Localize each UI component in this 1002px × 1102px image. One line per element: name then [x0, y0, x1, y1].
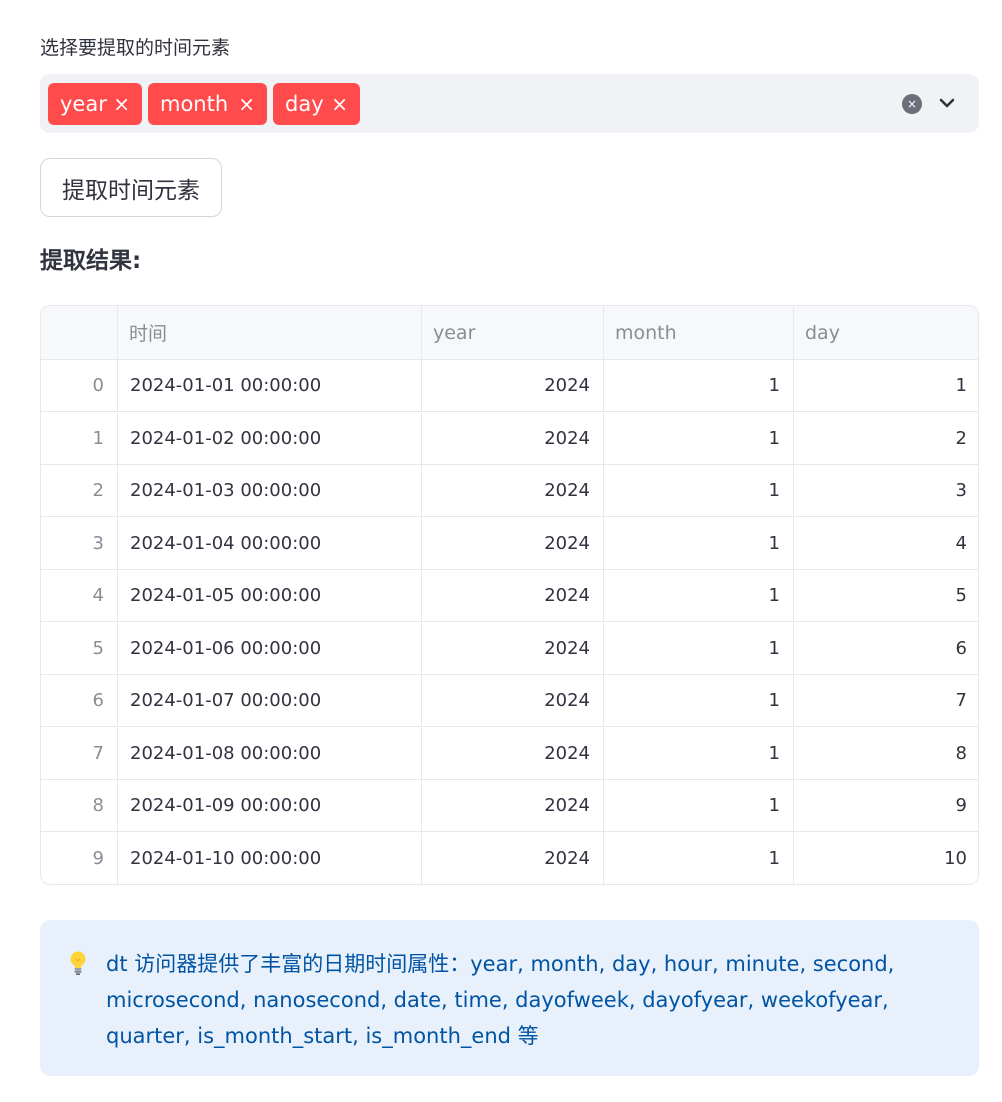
info-text: dt 访问器提供了丰富的日期时间属性：year, month, day, hou… — [106, 952, 895, 1048]
year-cell: 2024 — [422, 727, 604, 779]
info-callout: dt 访问器提供了丰富的日期时间属性：year, month, day, hou… — [40, 920, 979, 1076]
column-header-day[interactable]: day — [794, 306, 978, 359]
clear-all-icon[interactable]: × — [902, 94, 922, 114]
row-index-cell: 0 — [41, 360, 118, 411]
row-index-cell: 3 — [41, 517, 118, 569]
time-cell: 2024-01-07 00:00:00 — [118, 675, 422, 726]
time-element-multiselect[interactable]: year × month × day × × — [40, 74, 979, 133]
row-index-cell: 1 — [41, 412, 118, 464]
year-cell: 2024 — [422, 570, 604, 621]
time-cell: 2024-01-09 00:00:00 — [118, 780, 422, 831]
chip-label: year — [60, 92, 107, 116]
result-table[interactable]: 时间 year month day 0 2024-01-01 00:00:00 20… — [40, 305, 979, 885]
month-cell: 1 — [604, 412, 794, 464]
row-index-cell: 5 — [41, 622, 118, 674]
day-cell: 10 — [944, 848, 967, 869]
lightbulb-icon — [70, 951, 86, 975]
extract-time-button[interactable]: 提取时间元素 — [40, 158, 222, 217]
day-cell: 6 — [955, 637, 967, 659]
remove-year-icon[interactable]: × — [113, 83, 130, 125]
table-row[interactable]: 8 2024-01-09 00:00:00 2024 1 9 — [41, 780, 978, 832]
time-cell: 2024-01-05 00:00:00 — [118, 570, 422, 621]
column-header-index[interactable] — [41, 306, 118, 359]
month-cell: 1 — [604, 517, 794, 569]
table-row[interactable]: 4 2024-01-05 00:00:00 2024 1 5 — [41, 570, 978, 622]
year-cell: 2024 — [422, 832, 604, 884]
month-cell: 1 — [604, 780, 794, 831]
row-index-cell: 6 — [41, 675, 118, 726]
month-cell: 1 — [604, 675, 794, 726]
table-row[interactable]: 6 2024-01-07 00:00:00 2024 1 7 — [41, 675, 978, 727]
time-cell: 2024-01-04 00:00:00 — [118, 517, 422, 569]
chip-month: month × — [148, 83, 267, 125]
time-cell: 2024-01-02 00:00:00 — [118, 412, 422, 464]
day-cell: 3 — [955, 480, 967, 501]
column-header-month[interactable]: month — [604, 306, 794, 359]
table-row[interactable]: 3 2024-01-04 00:00:00 2024 1 4 — [41, 517, 978, 570]
column-header-year[interactable]: year — [422, 306, 604, 359]
chevron-down-icon[interactable] — [936, 92, 958, 114]
multiselect-label: 选择要提取的时间元素 — [40, 37, 231, 59]
chip-day: day × — [273, 83, 360, 125]
month-cell: 1 — [604, 832, 794, 884]
time-cell: 2024-01-06 00:00:00 — [118, 622, 422, 674]
year-cell: 2024 — [422, 465, 604, 516]
column-header-time[interactable]: 时间 — [118, 306, 422, 359]
remove-day-icon[interactable]: × — [331, 83, 348, 125]
year-cell: 2024 — [422, 517, 604, 569]
day-cell: 5 — [955, 585, 967, 606]
table-row[interactable]: 2 2024-01-03 00:00:00 2024 1 3 — [41, 465, 978, 517]
time-cell: 2024-01-01 00:00:00 — [118, 360, 422, 411]
year-cell: 2024 — [422, 675, 604, 726]
month-cell: 1 — [604, 727, 794, 779]
chip-year: year × — [48, 83, 142, 125]
time-cell: 2024-01-08 00:00:00 — [118, 727, 422, 779]
row-index-cell: 4 — [41, 570, 118, 621]
year-cell: 2024 — [422, 412, 604, 464]
result-heading: 提取结果: — [40, 248, 142, 274]
month-cell: 1 — [604, 465, 794, 516]
month-cell: 1 — [604, 622, 794, 674]
chip-label: day — [285, 92, 324, 116]
row-index-cell: 8 — [41, 780, 118, 831]
table-row[interactable]: 1 2024-01-02 00:00:00 2024 1 2 — [41, 412, 978, 465]
day-cell: 2 — [955, 427, 967, 449]
month-cell: 1 — [604, 570, 794, 621]
row-index-cell: 7 — [41, 727, 118, 779]
remove-month-icon[interactable]: × — [238, 83, 255, 125]
table-header-row: 时间 year month day — [41, 306, 978, 360]
day-cell: 1 — [955, 375, 967, 396]
table-row[interactable]: 7 2024-01-08 00:00:00 2024 1 8 — [41, 727, 978, 780]
time-cell: 2024-01-03 00:00:00 — [118, 465, 422, 516]
table-row[interactable]: 0 2024-01-01 00:00:00 2024 1 1 — [41, 360, 978, 412]
table-row[interactable]: 5 2024-01-06 00:00:00 2024 1 6 — [41, 622, 978, 675]
day-cell: 9 — [955, 795, 967, 816]
table-row[interactable]: 9 2024-01-10 00:00:00 2024 1 10 — [41, 832, 978, 884]
year-cell: 2024 — [422, 622, 604, 674]
day-cell: 8 — [955, 742, 967, 764]
year-cell: 2024 — [422, 360, 604, 411]
time-cell: 2024-01-10 00:00:00 — [118, 832, 422, 884]
day-cell: 4 — [955, 532, 967, 554]
row-index-cell: 9 — [41, 832, 118, 884]
day-cell: 7 — [955, 690, 967, 711]
row-index-cell: 2 — [41, 465, 118, 516]
year-cell: 2024 — [422, 780, 604, 831]
chip-label: month — [160, 92, 229, 116]
month-cell: 1 — [604, 360, 794, 411]
